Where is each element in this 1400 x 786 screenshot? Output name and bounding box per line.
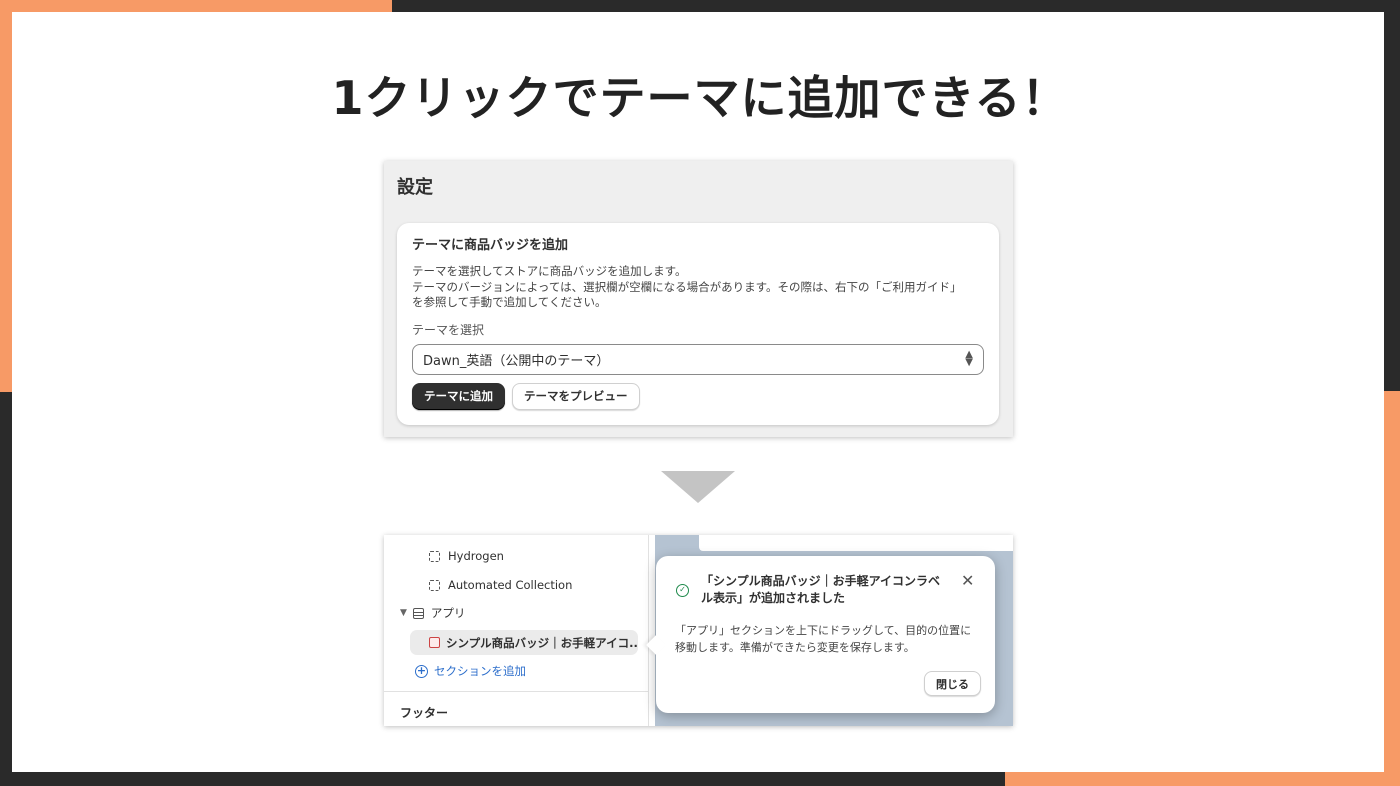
sidebar-item-label: シンプル商品バッジ｜お手軽アイコ... <box>446 635 638 650</box>
theme-select-value: Dawn_英語（公開中のテーマ） <box>423 353 610 369</box>
sidebar-item-label: Hydrogen <box>448 549 504 563</box>
sidebar-divider <box>384 691 649 692</box>
section-dashed-icon <box>429 550 440 562</box>
sidebar-item-label: Automated Collection <box>448 578 573 592</box>
add-to-theme-button[interactable]: テーマに追加 <box>412 382 505 410</box>
chevron-up-down-icon: ▲ ▼ <box>965 349 973 368</box>
settings-panel: 設定 テーマに商品バッジを追加 テーマを選択してストアに商品バッジを追加します。… <box>384 161 1013 437</box>
sidebar-item-simple-badge[interactable]: シンプル商品バッジ｜お手軽アイコ... <box>410 630 638 655</box>
app-added-popover: ✓ 「シンプル商品バッジ｜お手軽アイコンラベル表示」が追加されました ✕ 「アプ… <box>656 556 995 713</box>
check-circle-icon: ✓ <box>676 584 689 597</box>
sidebar-group-apps[interactable]: ▼ アプリ <box>400 605 465 621</box>
down-arrow-icon <box>661 471 735 503</box>
apps-section-icon <box>412 607 424 619</box>
sidebar-item-automated-collection[interactable]: Automated Collection <box>429 578 572 592</box>
card-desc-line-3: を参照して手動で追加してください。 <box>412 295 607 309</box>
add-badge-card: テーマに商品バッジを追加 テーマを選択してストアに商品バッジを追加します。 テー… <box>397 223 999 425</box>
headline: 1クリックでテーマに追加できる！ <box>331 71 1069 125</box>
close-icon[interactable]: ✕ <box>961 571 974 590</box>
app-badge-icon <box>429 637 440 648</box>
preview-theme-button[interactable]: テーマをプレビュー <box>512 382 640 410</box>
preview-header-strip <box>699 535 1013 551</box>
sidebar-item-hydrogen[interactable]: Hydrogen <box>429 549 504 563</box>
sidebar-group-label: アプリ <box>430 606 466 620</box>
card-description: テーマを選択してストアに商品バッジを追加します。 テーマのバージョンによっては、… <box>412 264 984 311</box>
card-desc-line-2: テーマのバージョンによっては、選択欄が空欄になる場合があります。その際は、右下の… <box>412 279 962 294</box>
theme-select-label: テーマを選択 <box>412 322 485 337</box>
popover-body: 「アプリ」セクションを上下にドラッグして、目的の位置に移動します。準備ができたら… <box>675 624 972 654</box>
popover-close-button[interactable]: 閉じる <box>924 671 981 696</box>
sidebar-footer-heading: フッター <box>400 706 449 720</box>
plus-circle-icon: + <box>415 663 428 678</box>
section-dashed-icon <box>429 579 440 591</box>
card-actions: テーマに追加 テーマをプレビュー <box>412 382 984 410</box>
popover-title: 「シンプル商品バッジ｜お手軽アイコンラベル表示」が追加されました <box>701 574 941 605</box>
card-desc-line-1: テーマを選択してストアに商品バッジを追加します。 <box>412 264 687 278</box>
card-title: テーマに商品バッジを追加 <box>412 238 569 253</box>
add-section-link[interactable]: + セクションを追加 <box>415 663 526 679</box>
editor-sidebar: Hydrogen Automated Collection ▼ アプリ シンプル… <box>384 535 649 726</box>
chevron-down-icon: ▼ <box>400 608 407 618</box>
settings-title: 設定 <box>397 177 433 198</box>
theme-select[interactable]: Dawn_英語（公開中のテーマ） ▲ ▼ <box>412 343 984 375</box>
add-section-label: セクションを追加 <box>434 664 526 678</box>
